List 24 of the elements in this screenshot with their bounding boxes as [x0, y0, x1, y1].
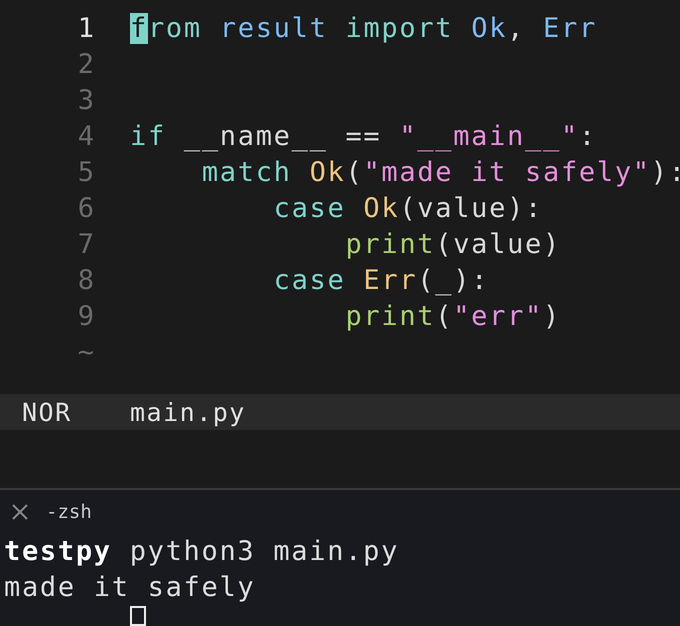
code-line: if __name__ == "__main__":	[130, 120, 597, 152]
line-number: ~	[76, 336, 94, 368]
file-name: main.py	[130, 398, 246, 427]
code-line: print("err")	[344, 300, 561, 332]
line-number: 8	[76, 264, 94, 296]
line-number: 2	[76, 48, 94, 80]
line-number: 1	[76, 12, 94, 44]
line-number: 3	[76, 84, 94, 116]
code-line: case Ok(value):	[272, 192, 543, 224]
code-line: case Err(_):	[272, 264, 490, 296]
mode-indicator: NOR	[22, 398, 73, 427]
line-number: 7	[76, 228, 94, 260]
command-line: testpy python3 main.py	[3, 535, 400, 569]
command-output: made it safely	[3, 571, 256, 605]
terminal-cursor	[130, 606, 146, 626]
line-number: 9	[76, 300, 94, 332]
code-line: match Ok("made it safely"):	[200, 156, 680, 188]
terminal-tab-title[interactable]: -zsh	[46, 501, 92, 523]
close-icon[interactable]	[10, 502, 30, 522]
code-line: print(value)	[344, 228, 561, 260]
line-number: 5	[76, 156, 94, 188]
line-number: 6	[76, 192, 94, 224]
code-line: f rom result import Ok, Err	[130, 12, 597, 44]
line-number: 4	[76, 120, 94, 152]
